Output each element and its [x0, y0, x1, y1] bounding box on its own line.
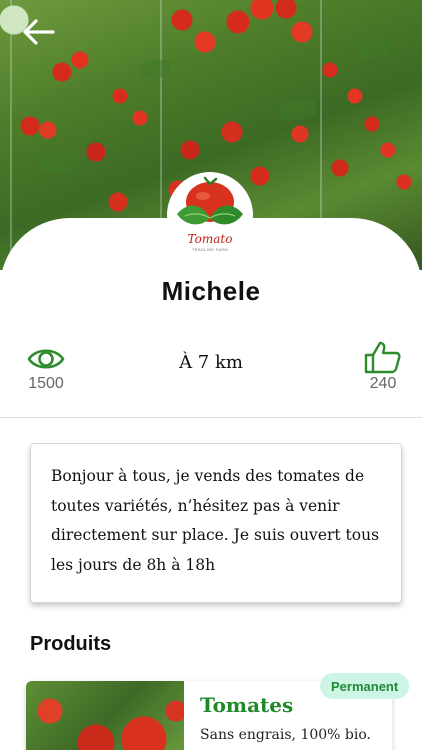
description-line: Bonjour à tous, je vends des tomates de	[51, 467, 365, 485]
thumbs-up-icon[interactable]	[364, 340, 402, 374]
leaf-decoration	[40, 150, 80, 172]
logo-tagline: TRADLINE FARM	[192, 247, 228, 252]
description-line: toutes variétés, n’hésitez pas à venir	[51, 496, 340, 515]
product-badge: Permanent	[320, 673, 410, 699]
farm-logo: Tomato TRADLINE FARM	[167, 172, 253, 258]
leaf-decoration	[280, 100, 316, 120]
description-card: Bonjour à tous, je vends des tomates de …	[30, 443, 402, 603]
divider	[0, 417, 422, 418]
product-image	[26, 681, 184, 750]
description-line: directement sur place. Je suis ouvert to…	[51, 526, 380, 544]
products-section-title: Produits	[30, 633, 112, 655]
seller-name: Michele	[161, 276, 261, 306]
back-button[interactable]	[18, 14, 58, 50]
product-name: Tomates	[200, 693, 294, 717]
distance-label: À 7 km	[179, 352, 243, 373]
product-description: Sans engrais, 100% bio.	[200, 727, 372, 743]
logo-brand-text: Tomato	[187, 232, 233, 246]
likes-count: 240	[369, 375, 397, 392]
leaf-decoration	[360, 40, 390, 58]
description-line: les jours de 8h à 18h	[51, 555, 216, 574]
leaf-decoration	[140, 60, 170, 78]
arrow-left-icon	[23, 19, 55, 45]
views-count: 1500	[28, 375, 64, 392]
